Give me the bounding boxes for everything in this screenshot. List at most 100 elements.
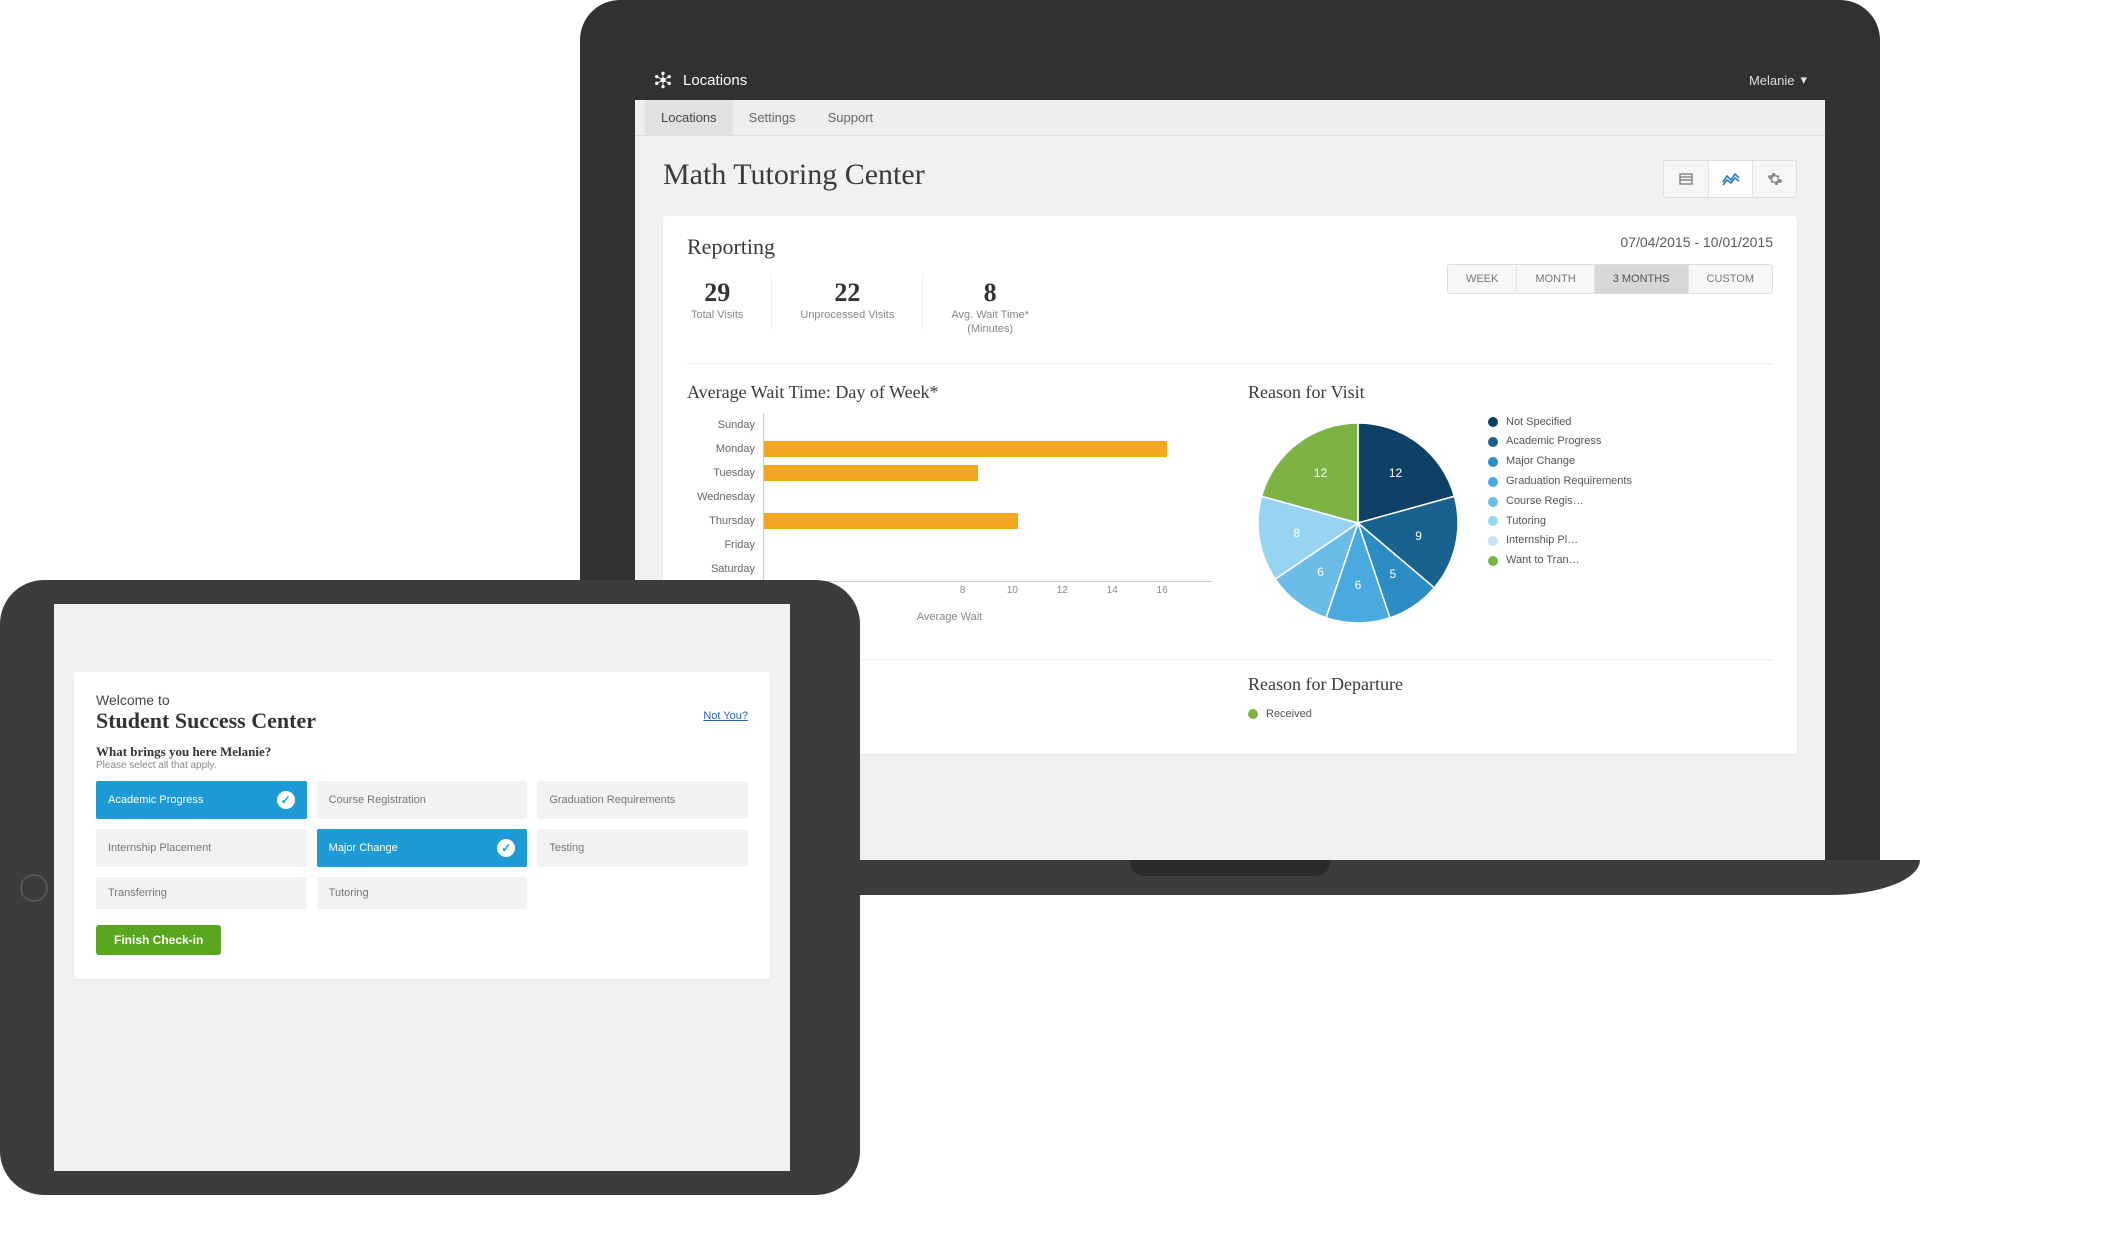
bar-category-label: Wednesday (687, 491, 763, 503)
axis-tick-label: 14 (1107, 585, 1118, 596)
legend-label: Major Change (1506, 452, 1575, 472)
reason-option[interactable]: Course Registration (317, 781, 528, 819)
bar-row: Saturday (687, 557, 1212, 581)
legend-label: Graduation Requirements (1506, 472, 1632, 492)
stats-row: 29 Total Visits 22 Unprocessed Visits 8 … (687, 274, 1057, 345)
legend-swatch-icon (1488, 497, 1498, 507)
range-tabs: WEEK MONTH 3 MONTHS CUSTOM (1447, 264, 1773, 294)
legend-label: Received (1266, 705, 1312, 725)
pie-chart-column: Reason for Visit 129566812 Not Specified… (1248, 382, 1773, 633)
legend-swatch-icon (1488, 556, 1498, 566)
range-tab-3months[interactable]: 3 MONTHS (1594, 265, 1688, 293)
legend-label: Internship Pl… (1506, 531, 1578, 551)
reason-option[interactable]: Transferring (96, 877, 307, 909)
legend-item: Academic Progress (1488, 432, 1632, 452)
charts-row: Average Wait Time: Day of Week* SundayMo… (687, 363, 1773, 633)
appbar-title: Locations (683, 72, 747, 89)
bar-row: Friday (687, 533, 1212, 557)
app-bar: Locations Melanie ▾ (635, 60, 1825, 100)
bar-category-label: Saturday (687, 563, 763, 575)
reason-option[interactable]: Internship Placement (96, 829, 307, 867)
checkin-card: Welcome to Student Success Center Not Yo… (74, 672, 770, 979)
legend-swatch-icon (1488, 417, 1498, 427)
bar-track (763, 509, 1212, 533)
legend-swatch-icon (1488, 477, 1498, 487)
reason-label: Course Registration (329, 794, 426, 806)
axis-tick-label: 12 (1057, 585, 1068, 596)
bar-fill (764, 441, 1167, 457)
bar-category-label: Tuesday (687, 467, 763, 479)
reason-option[interactable]: Academic Progress ✓ (96, 781, 307, 819)
bar-track (763, 461, 1212, 485)
bar-chart-title: Average Wait Time: Day of Week* (687, 382, 1212, 403)
reason-label: Graduation Requirements (549, 794, 675, 806)
page-title: Math Tutoring Center (663, 158, 1797, 192)
bar-row: Sunday (687, 413, 1212, 437)
legend-item: Internship Pl… (1488, 531, 1632, 551)
not-you-link[interactable]: Not You? (703, 710, 748, 722)
subnav-support[interactable]: Support (812, 100, 890, 135)
stat-value: 29 (691, 278, 743, 308)
check-icon: ✓ (277, 791, 295, 809)
legend-swatch-icon (1248, 709, 1258, 719)
reason-option[interactable]: Testing (537, 829, 748, 867)
reason-label: Major Change (329, 842, 398, 854)
settings-icon[interactable] (1752, 161, 1796, 197)
legend-swatch-icon (1488, 516, 1498, 526)
bar-track (763, 557, 1212, 581)
stat-value: 8 (951, 278, 1029, 308)
bar-category-label: Friday (687, 539, 763, 551)
view-toolbar (1663, 160, 1797, 198)
chart-view-icon[interactable] (1708, 161, 1752, 197)
reason-label: Internship Placement (108, 842, 211, 854)
stat-sublabel: (Minutes) (951, 322, 1029, 336)
axis-tick-label: 8 (960, 585, 966, 596)
pie-slice-label: 6 (1317, 565, 1324, 579)
list-view-icon[interactable] (1664, 161, 1708, 197)
pie-slice-label: 8 (1293, 526, 1300, 540)
legend-item: Course Regis… (1488, 492, 1632, 512)
reason-label: Tutoring (329, 887, 369, 899)
pie-slice-label: 6 (1355, 578, 1362, 592)
stat-total-visits: 29 Total Visits (687, 274, 772, 330)
user-menu[interactable]: Melanie ▾ (1749, 72, 1807, 88)
welcome-prefix: Welcome to (96, 692, 748, 708)
reason-option[interactable]: Graduation Requirements (537, 781, 748, 819)
pie-chart: 129566812 (1248, 413, 1468, 633)
subnav-label: Locations (661, 110, 717, 125)
range-tab-label: WEEK (1466, 273, 1498, 285)
tablet-home-button-icon (20, 874, 48, 902)
tablet-device: Welcome to Student Success Center Not Yo… (0, 580, 860, 1195)
pie-slice-label: 9 (1415, 529, 1422, 543)
reason-label: Academic Progress (108, 794, 203, 806)
stat-label: Avg. Wait Time* (951, 308, 1029, 322)
bar-fill (764, 465, 978, 481)
subnav-settings[interactable]: Settings (733, 100, 812, 135)
reason-option[interactable]: Tutoring (317, 877, 528, 909)
bar-track (763, 533, 1212, 557)
range-tab-custom[interactable]: CUSTOM (1688, 265, 1772, 293)
reason-grid: Academic Progress ✓ Course Registration Gra… (96, 781, 748, 909)
legend-item: Not Specified (1488, 413, 1632, 433)
sub-nav: Locations Settings Support (635, 100, 1825, 136)
bar-category-label: Sunday (687, 419, 763, 431)
range-tab-week[interactable]: WEEK (1448, 265, 1516, 293)
reporting-title: Reporting (687, 234, 1057, 260)
range-tab-label: 3 MONTHS (1613, 273, 1670, 285)
pie-legend: Not SpecifiedAcademic ProgressMajor Chan… (1488, 413, 1632, 571)
subnav-locations[interactable]: Locations (645, 100, 733, 135)
legend-item: Want to Tran… (1488, 551, 1632, 571)
finish-checkin-button[interactable]: Finish Check-in (96, 925, 221, 955)
legend-label: Not Specified (1506, 413, 1571, 433)
bar-row: Wednesday (687, 485, 1212, 509)
axis-tick-label: 16 (1157, 585, 1168, 596)
reason-option[interactable]: Major Change✓ (317, 829, 528, 867)
stat-avg-wait: 8 Avg. Wait Time* (Minutes) (923, 274, 1057, 345)
location-name: Student Success Center (96, 708, 748, 734)
stat-unprocessed-visits: 22 Unprocessed Visits (772, 274, 923, 330)
legend-item: Major Change (1488, 452, 1632, 472)
range-tab-month[interactable]: MONTH (1516, 265, 1593, 293)
checkin-question: What brings you here Melanie? (96, 744, 748, 760)
bar-row: Thursday (687, 509, 1212, 533)
bar-fill (764, 513, 1018, 529)
